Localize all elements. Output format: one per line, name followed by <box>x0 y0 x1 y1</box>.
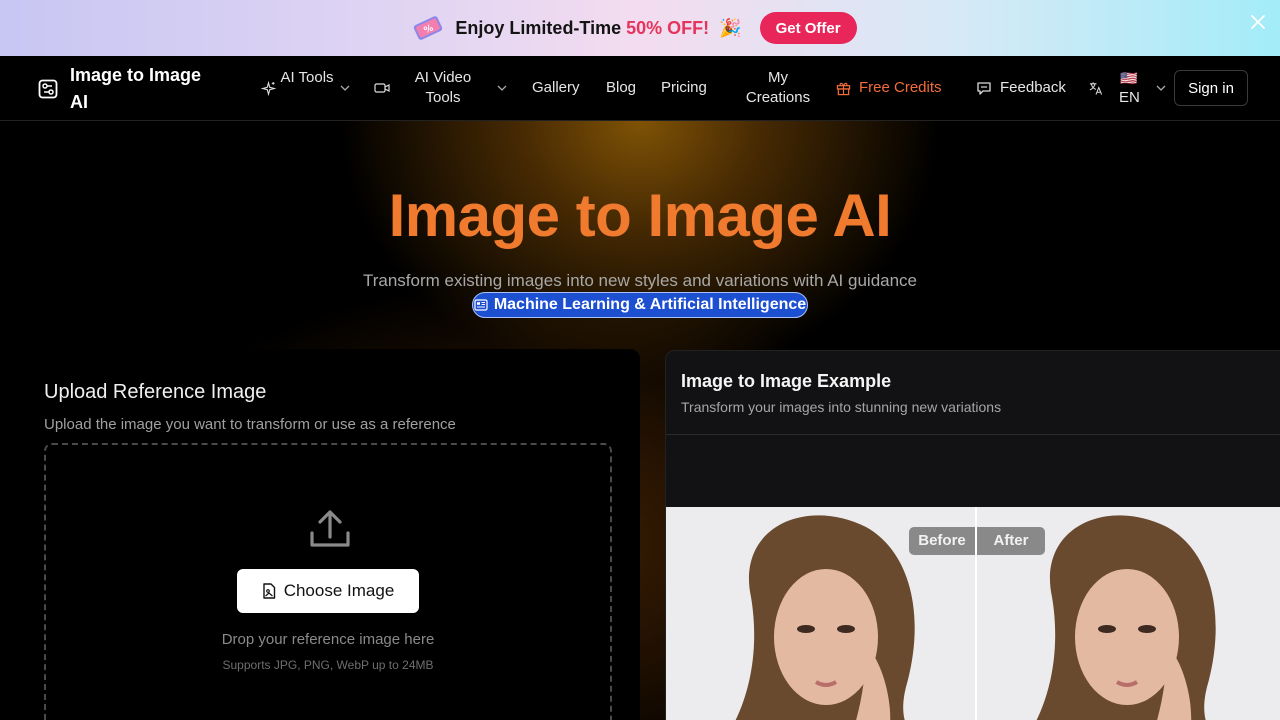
example-description: Transform your images into stunning new … <box>681 399 1002 415</box>
chevron-down-icon[interactable] <box>1156 85 1166 91</box>
divider <box>666 434 1280 435</box>
video-icon <box>374 83 390 93</box>
nav-free-credits[interactable]: Free Credits <box>859 78 942 98</box>
nav-blog[interactable]: Blog <box>606 78 636 98</box>
flag-icon: 🇺🇸 <box>1120 70 1138 86</box>
nav-gallery[interactable]: Gallery <box>532 78 580 98</box>
choose-image-label: Choose Image <box>283 581 395 600</box>
chevron-down-icon[interactable] <box>497 85 507 91</box>
upload-title: Upload Reference Image <box>44 381 267 403</box>
before-after-image[interactable]: Before After <box>666 507 1280 720</box>
brand[interactable]: Image to Image AI <box>38 62 220 116</box>
category-tag[interactable]: Machine Learning & Artificial Intelligen… <box>472 292 808 318</box>
feedback-icon <box>977 82 991 95</box>
category-tag-label: Machine Learning & Artificial Intelligen… <box>493 296 807 313</box>
gift-icon <box>836 82 851 96</box>
nav-pricing[interactable]: Pricing <box>661 78 707 98</box>
promo-text-main: Enjoy Limited-Time <box>455 17 627 38</box>
page-subtitle: Transform existing images into new style… <box>362 271 918 290</box>
nav-ai-tools[interactable]: AI Tools <box>277 68 337 88</box>
get-offer-button[interactable]: Get Offer <box>759 12 857 44</box>
after-label: After <box>977 527 1045 555</box>
promo-text: Enjoy Limited-Time 50% OFF! <box>455 18 709 39</box>
file-image-icon <box>263 583 275 599</box>
hero-section: Image to Image AI Transform existing ima… <box>0 121 1280 720</box>
promo-percent: 50% OFF! <box>626 17 710 38</box>
upload-icon <box>310 510 350 547</box>
nav-feedback[interactable]: Feedback <box>1000 78 1066 98</box>
nav-my-creations[interactable]: My Creations <box>740 68 816 108</box>
upload-description: Upload the image you want to transform o… <box>44 416 456 433</box>
ticket-icon: % <box>414 16 443 40</box>
party-icon: 🎉 <box>719 17 742 38</box>
example-card: Image to Image Example Transform your im… <box>665 350 1280 720</box>
supported-formats: Supports JPG, PNG, WebP up to 24MB <box>222 658 434 672</box>
sign-in-button[interactable]: Sign in <box>1174 70 1248 106</box>
page-title: Image to Image AI <box>388 182 892 249</box>
upload-card: Upload Reference Image Upload the image … <box>0 349 640 720</box>
example-title: Image to Image Example <box>681 371 892 391</box>
dropzone[interactable]: Choose Image Drop your reference image h… <box>44 443 612 720</box>
before-label: Before <box>909 527 975 555</box>
promo-banner: % Enjoy Limited-Time 50% OFF! 🎉 Get Offe… <box>0 0 1280 56</box>
logo-icon <box>38 79 58 99</box>
translate-icon <box>1089 82 1103 95</box>
nav-ai-video-tools[interactable]: AI Video Tools <box>408 68 478 108</box>
sparkles-icon <box>261 81 276 96</box>
top-nav: Image to Image AI AI Tools AI Video Tool… <box>0 56 1280 121</box>
chevron-down-icon[interactable] <box>340 85 350 91</box>
language-selector[interactable]: EN <box>1119 88 1140 108</box>
newspaper-icon <box>474 299 488 311</box>
close-icon[interactable] <box>1250 14 1266 30</box>
choose-image-button[interactable]: Choose Image <box>237 569 419 613</box>
drop-text: Drop your reference image here <box>221 631 435 648</box>
brand-name: Image to Image AI <box>70 65 202 112</box>
